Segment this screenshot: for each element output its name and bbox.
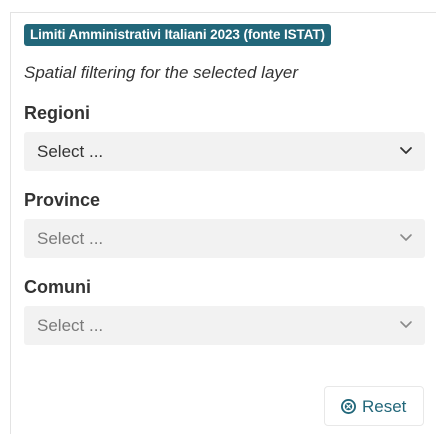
province-select-value: Select ... [37,229,104,248]
regioni-select[interactable]: Select ... [24,132,425,171]
layer-title-badge: Limiti Amministrativi Italiani 2023 (fon… [24,24,331,46]
regioni-label: Regioni [24,103,90,123]
regioni-select-value: Select ... [37,142,104,161]
comuni-select[interactable]: Select ... [24,306,425,345]
chevron-down-icon [400,147,412,154]
chevron-down-icon [400,321,412,328]
comuni-label: Comuni [24,277,91,297]
reset-button[interactable]: Reset [324,386,424,426]
province-label: Province [24,190,101,210]
chevron-down-icon [400,234,412,241]
reset-label: Reset [362,397,407,416]
province-select[interactable]: Select ... [24,219,425,258]
circle-x-icon [341,399,356,414]
comuni-select-value: Select ... [37,316,104,335]
panel-description: Spatial filtering for the selected layer [24,63,299,82]
